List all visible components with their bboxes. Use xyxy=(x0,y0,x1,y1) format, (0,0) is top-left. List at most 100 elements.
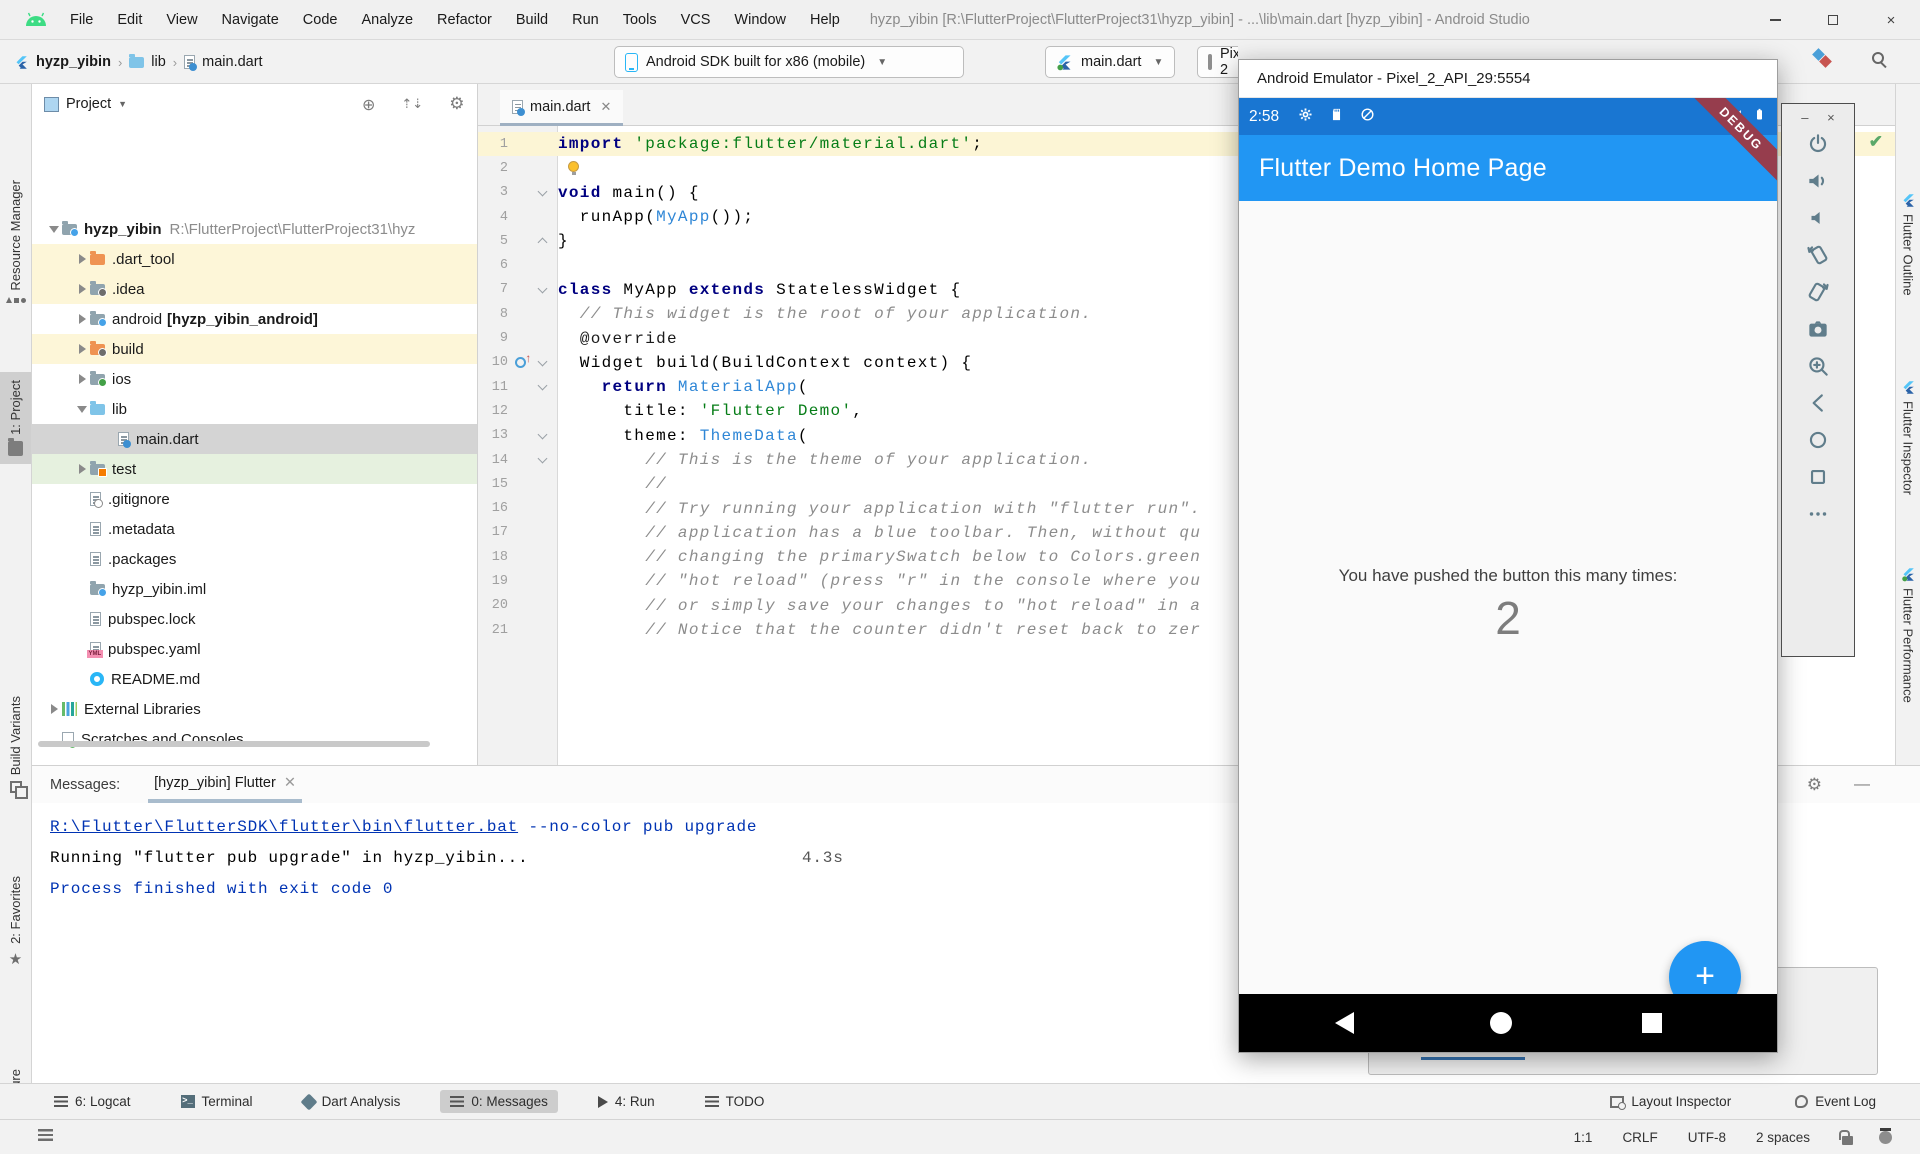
collapsed-arrow-icon[interactable] xyxy=(79,254,86,264)
zoom-icon[interactable] xyxy=(1805,353,1831,379)
overview-icon[interactable] xyxy=(1805,464,1831,490)
device-selector[interactable]: Android SDK built for x86 (mobile) ▼ xyxy=(614,46,964,78)
close-button[interactable]: × xyxy=(1862,0,1920,40)
tree-row-build[interactable]: build xyxy=(32,334,478,364)
tool-button-dart-analysis[interactable]: Dart Analysis xyxy=(293,1090,411,1113)
tree-row-scratches-and-consoles[interactable]: Scratches and Consoles xyxy=(32,724,478,754)
tree-row--packages[interactable]: .packages xyxy=(32,544,478,574)
close-icon[interactable]: ✕ xyxy=(284,775,296,791)
collapsed-arrow-icon[interactable] xyxy=(51,704,58,714)
menu-navigate[interactable]: Navigate xyxy=(222,12,279,28)
fold-marker-icon[interactable] xyxy=(537,381,547,391)
attach-debugger-icon[interactable] xyxy=(1814,50,1830,66)
tree-row-test[interactable]: test xyxy=(32,454,478,484)
expanded-arrow-icon[interactable] xyxy=(49,226,59,233)
unlock-icon[interactable] xyxy=(1842,1136,1853,1145)
tree-row-hyzp-yibin[interactable]: hyzp_yibinR:\FlutterProject\FlutterProje… xyxy=(32,214,478,244)
rotate-left-icon[interactable] xyxy=(1805,242,1831,268)
tree-row-readme-md[interactable]: README.md xyxy=(32,664,478,694)
status-item-1-1[interactable]: 1:1 xyxy=(1574,1130,1593,1145)
breadcrumb-item[interactable]: lib xyxy=(151,54,166,70)
locate-file-icon[interactable]: ⊕ xyxy=(362,95,375,114)
gear-icon[interactable]: ⚙ xyxy=(1807,775,1822,795)
tree-row-lib[interactable]: lib xyxy=(32,394,478,424)
fold-marker-icon[interactable] xyxy=(537,283,547,293)
tool-button-terminal[interactable]: >_Terminal xyxy=(171,1090,263,1113)
horizontal-scrollbar[interactable] xyxy=(38,741,430,747)
fold-marker-icon[interactable] xyxy=(537,454,547,464)
nav-overview-icon[interactable] xyxy=(1642,1013,1662,1033)
tree-row--metadata[interactable]: .metadata xyxy=(32,514,478,544)
messages-tab-flutter[interactable]: [hyzp_yibin] Flutter ✕ xyxy=(148,766,302,803)
tool-button-layout-inspector[interactable]: Layout Inspector xyxy=(1600,1090,1741,1113)
collapsed-arrow-icon[interactable] xyxy=(79,284,86,294)
collapsed-arrow-icon[interactable] xyxy=(79,314,86,324)
nav-back-icon[interactable] xyxy=(1335,1012,1354,1034)
status-item-2-spaces[interactable]: 2 spaces xyxy=(1756,1130,1810,1145)
tool-button-6-logcat[interactable]: 6: Logcat xyxy=(44,1090,141,1113)
tree-row-external-libraries[interactable]: External Libraries xyxy=(32,694,478,724)
menu-run[interactable]: Run xyxy=(572,12,599,28)
tool-stripe-button-flutter-inspector[interactable]: Flutter Inspector xyxy=(1896,379,1920,495)
intention-bulb-icon[interactable] xyxy=(568,161,579,172)
status-item-crlf[interactable]: CRLF xyxy=(1622,1130,1657,1145)
run-configuration-selector[interactable]: main.dart ▼ xyxy=(1045,46,1175,78)
tool-window-switcher-icon[interactable] xyxy=(38,1129,53,1141)
home-icon[interactable] xyxy=(1805,427,1831,453)
menu-file[interactable]: File xyxy=(70,12,93,28)
breadcrumb-item[interactable]: hyzp_yibin xyxy=(36,54,111,70)
screenshot-icon[interactable] xyxy=(1805,316,1831,342)
menu-build[interactable]: Build xyxy=(516,12,548,28)
collapsed-arrow-icon[interactable] xyxy=(79,374,86,384)
inspection-ok-icon[interactable]: ✔ xyxy=(1869,132,1883,152)
tree-row-main-dart[interactable]: main.dart xyxy=(32,424,478,454)
fold-marker-icon[interactable] xyxy=(537,186,547,196)
emulator-close-icon[interactable]: × xyxy=(1827,110,1835,125)
tool-stripe-button-resource-manager[interactable]: Resource Manager xyxy=(0,180,31,303)
tool-stripe-button-1-project[interactable]: 1: Project xyxy=(0,372,31,464)
menu-vcs[interactable]: VCS xyxy=(681,12,711,28)
back-icon[interactable] xyxy=(1805,390,1831,416)
tree-row-android[interactable]: android[hyzp_yibin_android] xyxy=(32,304,478,334)
search-everywhere-icon[interactable] xyxy=(1872,52,1884,64)
breadcrumb-item[interactable]: main.dart xyxy=(202,54,262,70)
minimize-button[interactable] xyxy=(1746,0,1804,40)
more-icon[interactable] xyxy=(1805,501,1831,527)
target-device-button[interactable]: Pixel 2 xyxy=(1197,46,1238,78)
collapsed-arrow-icon[interactable] xyxy=(79,464,86,474)
gear-icon[interactable]: ⚙ xyxy=(449,94,464,114)
menu-window[interactable]: Window xyxy=(734,12,786,28)
expanded-arrow-icon[interactable] xyxy=(77,406,87,413)
inspections-hector-icon[interactable] xyxy=(1879,1131,1892,1144)
tool-button-0-messages[interactable]: 0: Messages xyxy=(440,1090,558,1113)
menu-help[interactable]: Help xyxy=(810,12,840,28)
close-tab-icon[interactable]: ✕ xyxy=(600,99,611,115)
fold-marker-icon[interactable] xyxy=(537,238,547,248)
menu-refactor[interactable]: Refactor xyxy=(437,12,492,28)
tree-row--gitignore[interactable]: .gitignore xyxy=(32,484,478,514)
tool-stripe-button-flutter-performance[interactable]: Flutter Performance xyxy=(1896,566,1920,703)
tree-row-hyzp-yibin-iml[interactable]: hyzp_yibin.iml xyxy=(32,574,478,604)
tree-row--idea[interactable]: .idea xyxy=(32,274,478,304)
fold-marker-icon[interactable] xyxy=(537,429,547,439)
collapse-all-icon[interactable]: ⇡⇣ xyxy=(401,96,423,112)
tab-main-dart[interactable]: main.dart ✕ xyxy=(500,90,623,126)
console-link[interactable]: R:\Flutter\FlutterSDK\flutter\bin\flutte… xyxy=(50,818,518,836)
emulator-minimize-icon[interactable]: – xyxy=(1801,110,1808,125)
tool-button-4-run[interactable]: 4: Run xyxy=(588,1090,665,1113)
menu-tools[interactable]: Tools xyxy=(623,12,657,28)
tree-row-ios[interactable]: ios xyxy=(32,364,478,394)
maximize-button[interactable] xyxy=(1804,0,1862,40)
menu-edit[interactable]: Edit xyxy=(117,12,142,28)
menu-code[interactable]: Code xyxy=(303,12,338,28)
emulator-title-bar[interactable]: Android Emulator - Pixel_2_API_29:5554 xyxy=(1239,60,1777,98)
tool-stripe-button-flutter-outline[interactable]: Flutter Outline xyxy=(1896,192,1920,296)
tool-button-todo[interactable]: TODO xyxy=(695,1090,775,1113)
project-view-title[interactable]: Project xyxy=(66,96,111,112)
volume-down-icon[interactable] xyxy=(1805,205,1831,231)
tree-row-pubspec-yaml[interactable]: pubspec.yaml xyxy=(32,634,478,664)
tool-stripe-button-2-favorites[interactable]: 2: Favorites★ xyxy=(0,876,31,968)
rotate-right-icon[interactable] xyxy=(1805,279,1831,305)
status-item-utf-8[interactable]: UTF-8 xyxy=(1688,1130,1726,1145)
volume-up-icon[interactable] xyxy=(1805,168,1831,194)
